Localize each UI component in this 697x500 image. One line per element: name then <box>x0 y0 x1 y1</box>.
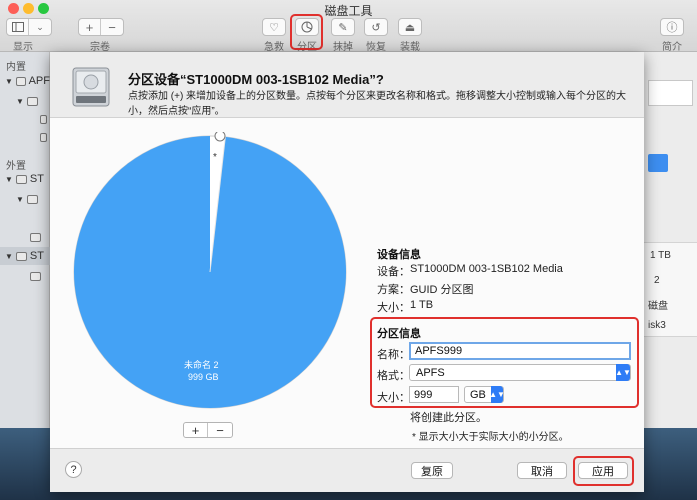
sidebar-item-selected-disk[interactable]: ▼ ST <box>0 247 50 265</box>
device-value: ST1000DM 003-1SB102 Media <box>410 263 563 275</box>
info-label: 简介 <box>662 42 682 53</box>
partition-pie-chart[interactable]: * 未命名 2 999 GB <box>70 132 350 412</box>
footnote: * 显示大小大于实际大小的小分区。 <box>412 432 569 443</box>
sidebar-item-container[interactable]: ▼ <box>0 190 50 208</box>
disclosure-triangle-icon[interactable]: ▼ <box>16 97 24 106</box>
add-volume-button[interactable]: + <box>79 19 101 35</box>
view-toggle[interactable]: ⌄ <box>6 18 52 36</box>
device-label: 设备： <box>377 266 410 278</box>
partition-stepper[interactable]: + − <box>183 422 233 438</box>
size-value: 1 TB <box>410 299 434 311</box>
sheet-body: * 未命名 2 999 GB + − 设备信息 设备： ST1000DM 003… <box>50 118 644 448</box>
stethoscope-icon: ♡ <box>269 21 279 34</box>
sheet-title: 分区设备“ST1000DM 003-1SB102 Media”? <box>128 72 384 87</box>
format-label: 格式： <box>377 370 410 382</box>
first-aid-button[interactable]: ♡ <box>262 18 286 36</box>
show-label: 显示 <box>13 42 33 53</box>
sidebar-item-volume[interactable] <box>0 128 50 146</box>
cancel-button[interactable]: 取消 <box>517 462 567 479</box>
disk-icon <box>15 251 27 261</box>
partition-name-input[interactable]: APFS999 <box>409 342 631 360</box>
disk-icon <box>40 132 47 142</box>
volume-group[interactable]: + − <box>78 18 124 36</box>
detail-cell: 磁盘 <box>648 301 668 312</box>
chevron-down-icon[interactable]: ⌄ <box>29 19 51 35</box>
detail-field <box>648 80 693 106</box>
capacity-bar <box>648 154 668 172</box>
mount-icon: ⏏ <box>404 21 416 34</box>
partition-size-input[interactable]: 999 <box>409 386 459 403</box>
sidebar-item-volume[interactable] <box>0 228 50 246</box>
chevron-updown-icon[interactable]: ▲▼ <box>489 386 505 403</box>
disclosure-triangle-icon[interactable]: ▼ <box>16 195 24 204</box>
disk-icon <box>30 232 41 242</box>
add-partition-button[interactable]: + <box>184 423 208 438</box>
scheme-value: GUID 分区图 <box>410 284 474 296</box>
sheet-header: 分区设备“ST1000DM 003-1SB102 Media”? 点按添加 (+… <box>50 52 644 118</box>
sidebar-item-label: ST <box>29 250 44 262</box>
sidebar-item-volume[interactable] <box>0 267 50 285</box>
volume-label: 宗卷 <box>90 42 110 53</box>
internal-header: 内置 <box>6 62 26 73</box>
disclosure-triangle-icon[interactable]: ▼ <box>5 175 13 184</box>
remove-partition-button[interactable]: − <box>208 423 232 438</box>
detail-cell: isk3 <box>648 320 666 331</box>
sheet-description: 点按添加 (+) 来增加设备上的分区数量。点按每个分区来更改名称和格式。拖移调整… <box>128 91 627 117</box>
small-partition-mark: * <box>213 152 217 163</box>
sidebar-item-container[interactable]: ▼ <box>0 92 50 110</box>
info-button[interactable]: ⓘ <box>660 18 684 36</box>
pie-segment-name: 未命名 2 <box>184 359 219 370</box>
window-title: 磁盘工具 <box>324 4 373 18</box>
disk-icon <box>30 271 41 281</box>
help-button[interactable]: ? <box>65 461 82 478</box>
partition-sheet: 分区设备“ST1000DM 003-1SB102 Media”? 点按添加 (+… <box>50 52 644 492</box>
title-bar: 磁盘工具 ⌄ 显示 + − 宗卷 ♡ 急救 分区 ✎ 抹掉 ↺ 恢复 ⏏ 装载 … <box>0 0 697 53</box>
disk-icon <box>26 96 38 106</box>
disclosure-triangle-icon[interactable]: ▼ <box>5 252 13 261</box>
sidebar-item-label: ST <box>29 173 44 185</box>
partition-highlight <box>290 14 323 50</box>
mount-label: 装载 <box>400 42 420 53</box>
device-info-heading: 设备信息 <box>377 249 421 261</box>
disk-icon <box>40 114 47 124</box>
unit-select[interactable]: GB ▲▼ <box>464 386 505 403</box>
pie-segment-size: 999 GB <box>188 372 219 382</box>
sidebar-item-label: APF <box>28 75 50 87</box>
disk-icon <box>15 76 26 86</box>
sheet-footer: ? 复原 取消 应用 <box>50 448 644 492</box>
resize-handle[interactable] <box>214 132 226 142</box>
restore-button[interactable]: ↺ <box>364 18 388 36</box>
scheme-label: 方案： <box>377 284 410 296</box>
detail-cell: 2 <box>654 275 660 286</box>
erase-icon: ✎ <box>338 21 348 34</box>
revert-button[interactable]: 复原 <box>411 462 453 479</box>
sidebar-item-internal-disk[interactable]: ▼ APF <box>0 72 50 90</box>
hard-drive-icon <box>72 67 110 107</box>
partition-size-label: 大小： <box>377 392 410 404</box>
chevron-updown-icon[interactable]: ▲▼ <box>615 364 631 381</box>
partition-note: 将创建此分区。 <box>410 412 487 424</box>
format-select[interactable]: APFS ▲▼ <box>409 364 631 381</box>
sidebar-item-volume[interactable] <box>0 110 50 128</box>
detail-cell: 1 TB <box>650 250 671 261</box>
restore-icon: ↺ <box>371 21 381 34</box>
disclosure-triangle-icon[interactable]: ▼ <box>5 77 13 86</box>
unit-value: GB <box>470 388 486 401</box>
sidebar-item-external-disk[interactable]: ▼ ST <box>0 170 50 188</box>
disk-icon <box>26 194 38 204</box>
partition-info-heading: 分区信息 <box>377 328 421 340</box>
mount-button[interactable]: ⏏ <box>398 18 422 36</box>
format-value: APFS <box>416 366 445 379</box>
size-label: 大小： <box>377 302 410 314</box>
info-icon: ⓘ <box>666 22 678 34</box>
remove-volume-button[interactable]: − <box>101 19 123 35</box>
apply-highlight <box>573 456 634 486</box>
name-label: 名称： <box>377 349 410 361</box>
disk-icon <box>15 174 27 184</box>
erase-button[interactable]: ✎ <box>331 18 355 36</box>
sidebar-icon[interactable] <box>7 19 29 35</box>
